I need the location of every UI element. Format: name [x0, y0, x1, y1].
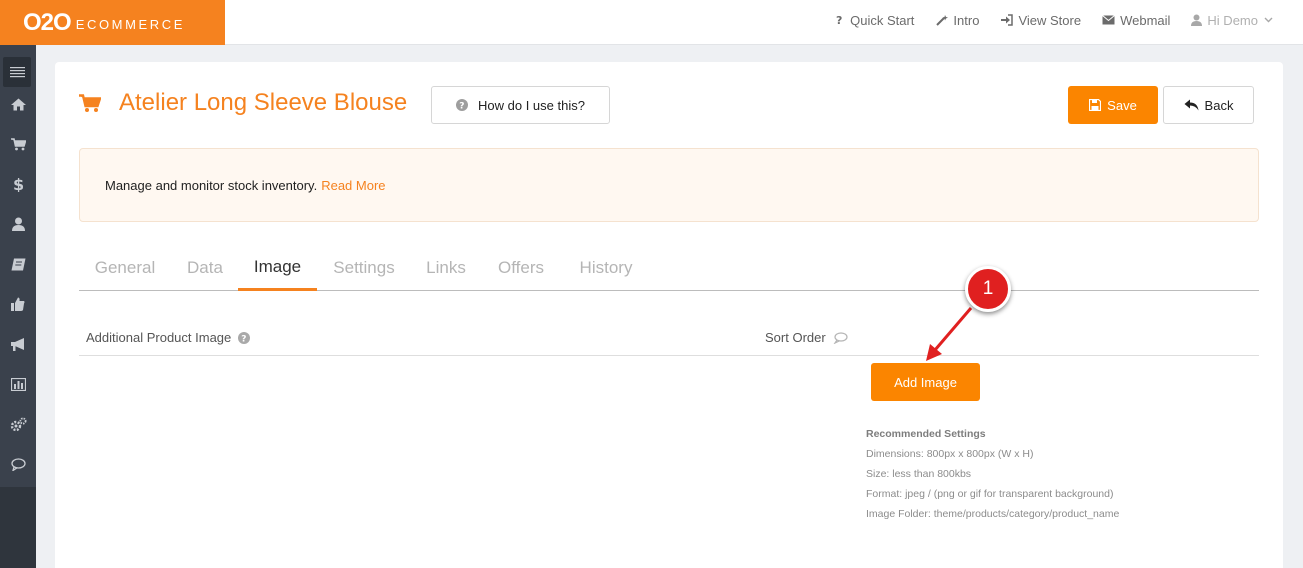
- recommended-folder: Image Folder: theme/products/category/pr…: [866, 508, 1120, 520]
- recommended-format: Format: jpeg / (png or gif for transpare…: [866, 488, 1114, 500]
- magic-wand-icon: [936, 14, 949, 26]
- sidebar-item-messages[interactable]: [0, 449, 36, 479]
- table-divider: [79, 355, 1259, 356]
- sidebar-item-reports[interactable]: [0, 369, 36, 399]
- back-button[interactable]: Back: [1163, 86, 1254, 124]
- view-store-link[interactable]: View Store: [1000, 13, 1081, 28]
- webmail-link[interactable]: Webmail: [1102, 13, 1170, 28]
- recommended-size: Size: less than 800kbs: [866, 468, 972, 480]
- floppy-disk-icon: [1089, 99, 1102, 111]
- user-greeting: Hi Demo: [1207, 12, 1258, 28]
- sidebar-item-home[interactable]: [0, 89, 36, 119]
- intro-link[interactable]: Intro: [935, 13, 979, 28]
- envelope-icon: [1102, 15, 1115, 25]
- tab-general[interactable]: General: [79, 245, 171, 291]
- sidebar-item-settings[interactable]: [0, 409, 36, 439]
- user-menu[interactable]: Hi Demo: [1191, 13, 1273, 28]
- svg-text:?: ?: [459, 102, 464, 112]
- svg-text:?: ?: [242, 334, 247, 344]
- step-marker: 1: [965, 266, 1011, 312]
- sidebar-footer: [0, 487, 36, 568]
- megaphone-icon: [10, 337, 24, 351]
- question-icon: ?: [836, 14, 842, 26]
- intro-label: Intro: [953, 12, 980, 28]
- recommended-title: Recommended Settings: [866, 428, 986, 440]
- recommended-settings: Recommended Settings Dimensions: 800px x…: [866, 424, 1119, 524]
- column-header-sort: Sort Order: [765, 330, 848, 345]
- sign-in-icon: [1001, 14, 1014, 26]
- help-button[interactable]: ? How do I use this?: [431, 86, 610, 124]
- home-icon: [10, 98, 26, 110]
- cart-icon: [79, 94, 101, 112]
- column-header-sort-label: Sort Order: [765, 330, 826, 345]
- sidebar-item-marketing[interactable]: [0, 329, 36, 359]
- tab-image[interactable]: Image: [238, 245, 317, 291]
- dollar-icon: $: [13, 176, 23, 192]
- brand-logo[interactable]: O2O ECOMMERCE: [0, 0, 225, 45]
- thumbs-up-icon: [11, 297, 25, 311]
- tab-history[interactable]: History: [561, 245, 651, 291]
- top-bar: O2O ECOMMERCE ? Quick Start Intro View S…: [0, 0, 1303, 45]
- tab-data[interactable]: Data: [171, 245, 239, 291]
- bar-chart-icon: [10, 377, 26, 391]
- chevron-down-icon: [1264, 17, 1273, 23]
- read-more-link[interactable]: Read More: [321, 178, 385, 193]
- sidebar-item-catalog[interactable]: [0, 249, 36, 279]
- sidebar-item-customers[interactable]: [0, 209, 36, 239]
- tab-links[interactable]: Links: [411, 245, 481, 291]
- top-nav: ? Quick Start Intro View Store Webmail H…: [814, 0, 1273, 40]
- sidebar-toggle[interactable]: [3, 57, 31, 87]
- tab-settings[interactable]: Settings: [318, 245, 410, 291]
- question-circle-icon[interactable]: ?: [238, 331, 251, 344]
- back-button-label: Back: [1204, 97, 1234, 113]
- info-banner: Manage and monitor stock inventory. Read…: [79, 148, 1259, 222]
- question-circle-icon: ?: [456, 99, 468, 111]
- tab-bar: General Data Image Settings Links Offers…: [79, 245, 1259, 291]
- user-icon: [1191, 14, 1203, 26]
- column-header-image-label: Additional Product Image: [86, 330, 232, 345]
- sidebar-item-orders[interactable]: [0, 129, 36, 159]
- quick-start-link[interactable]: ? Quick Start: [835, 13, 914, 28]
- logo-main-text: O2O: [23, 8, 72, 36]
- save-button-label: Save: [1107, 97, 1137, 113]
- comment-icon[interactable]: [833, 331, 848, 344]
- tab-offers[interactable]: Offers: [483, 245, 559, 291]
- quick-start-label: Quick Start: [850, 12, 915, 28]
- recommended-dimensions: Dimensions: 800px x 800px (W x H): [866, 448, 1034, 460]
- svg-text:$: $: [13, 176, 23, 192]
- logo-sub-text: ECOMMERCE: [75, 16, 186, 32]
- sidebar-item-sales[interactable]: $: [0, 169, 36, 199]
- menu-icon: [9, 67, 25, 78]
- webmail-label: Webmail: [1120, 12, 1171, 28]
- cart-icon: [10, 137, 26, 150]
- svg-text:?: ?: [836, 14, 842, 26]
- save-button[interactable]: Save: [1068, 86, 1158, 124]
- info-text: Manage and monitor stock inventory.: [105, 177, 318, 193]
- reply-icon: [1184, 99, 1199, 111]
- add-image-button[interactable]: Add Image: [871, 363, 980, 401]
- user-icon: [11, 217, 25, 231]
- chat-icon: [10, 457, 26, 471]
- gears-icon: [10, 417, 26, 431]
- help-button-label: How do I use this?: [478, 97, 585, 113]
- page-title: Atelier Long Sleeve Blouse: [119, 89, 408, 116]
- sidebar: $: [0, 45, 36, 568]
- view-store-label: View Store: [1018, 12, 1082, 28]
- book-icon: [11, 258, 25, 270]
- sidebar-item-reviews[interactable]: [0, 289, 36, 319]
- column-header-image: Additional Product Image ?: [86, 330, 251, 345]
